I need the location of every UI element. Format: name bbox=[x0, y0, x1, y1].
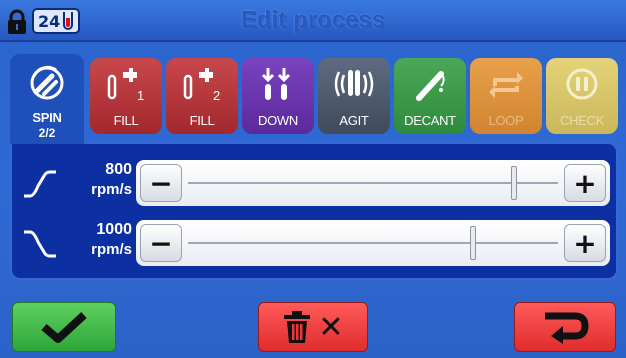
slider-track bbox=[188, 182, 558, 184]
tab-fill-2[interactable]: 2 FILL bbox=[166, 58, 238, 134]
deceleration-readout: 1000 rpm/s bbox=[64, 220, 132, 260]
acceleration-slider[interactable]: − + bbox=[136, 160, 610, 206]
acceleration-decrease-button[interactable]: − bbox=[140, 164, 182, 202]
step-counter: 2/2 bbox=[38, 126, 56, 140]
fill-badge-number: 2 bbox=[213, 88, 220, 102]
tab-label: LOOP bbox=[488, 113, 524, 128]
agitate-icon bbox=[334, 70, 374, 97]
decant-icon bbox=[416, 71, 445, 101]
tubes-down-icon bbox=[261, 68, 291, 100]
faucet-tube-icon: 2 bbox=[183, 68, 220, 102]
tab-label: DOWN bbox=[258, 113, 298, 128]
tab-label: FILL bbox=[113, 113, 139, 128]
faucet-tube-icon: 1 bbox=[107, 68, 144, 102]
tab-loop[interactable]: LOOP bbox=[470, 58, 542, 134]
acceleration-unit: rpm/s bbox=[91, 181, 132, 198]
tab-check[interactable]: CHECK bbox=[546, 58, 618, 134]
deceleration-slider[interactable]: − + bbox=[136, 220, 610, 266]
deceleration-unit: rpm/s bbox=[91, 241, 132, 258]
step-type-tabs: SPIN 2/2 1 FILL 2 FILL DOWN AGIT DECANT … bbox=[10, 54, 618, 144]
ramp-down-icon bbox=[24, 230, 56, 258]
ramp-up-icon bbox=[24, 170, 56, 198]
tab-decant[interactable]: DECANT bbox=[394, 58, 466, 134]
return-button[interactable] bbox=[514, 302, 616, 352]
deceleration-value: 1000 bbox=[96, 221, 132, 238]
tab-label: DECANT bbox=[404, 113, 456, 128]
deceleration-row: 1000 rpm/s − + bbox=[12, 218, 616, 270]
header-bar: 24 Edit process bbox=[0, 0, 626, 42]
acceleration-value: 800 bbox=[105, 161, 132, 178]
tab-agit[interactable]: AGIT bbox=[318, 58, 390, 134]
deceleration-slider-thumb[interactable] bbox=[469, 226, 476, 260]
process-editor-screen: 24 Edit process SPIN 2/2 1 FILL 2 FILL D… bbox=[0, 0, 626, 358]
checkmark-icon bbox=[41, 312, 87, 343]
tab-down[interactable]: DOWN bbox=[242, 58, 314, 134]
acceleration-increase-button[interactable]: + bbox=[564, 164, 606, 202]
tab-label: AGIT bbox=[339, 113, 369, 128]
tab-label: FILL bbox=[189, 113, 215, 128]
slider-track bbox=[188, 242, 558, 244]
deceleration-increase-button[interactable]: + bbox=[564, 224, 606, 262]
spin-icon bbox=[30, 65, 64, 100]
acceleration-row: 800 rpm/s − + bbox=[12, 158, 616, 210]
page-title: Edit process bbox=[240, 6, 386, 32]
tab-label: CHECK bbox=[559, 113, 604, 128]
acceleration-slider-thumb[interactable] bbox=[510, 166, 517, 200]
spin-settings-panel: 800 rpm/s − + 1000 rpm/s − + bbox=[10, 142, 618, 280]
pause-icon bbox=[566, 68, 598, 100]
tab-label: SPIN bbox=[32, 110, 62, 125]
return-arrow-icon bbox=[545, 312, 589, 344]
fill-badge-number: 1 bbox=[137, 88, 144, 102]
delete-step-button[interactable]: ✕ bbox=[258, 302, 368, 352]
acceleration-readout: 800 rpm/s bbox=[64, 160, 132, 200]
tab-fill-1[interactable]: 1 FILL bbox=[90, 58, 162, 134]
action-bar: ✕ bbox=[0, 296, 626, 358]
confirm-button[interactable] bbox=[12, 302, 116, 352]
deceleration-decrease-button[interactable]: − bbox=[140, 224, 182, 262]
tab-spin[interactable]: SPIN 2/2 bbox=[10, 54, 84, 144]
loop-icon bbox=[489, 72, 523, 98]
trash-icon bbox=[284, 311, 311, 343]
close-icon: ✕ bbox=[318, 309, 344, 345]
